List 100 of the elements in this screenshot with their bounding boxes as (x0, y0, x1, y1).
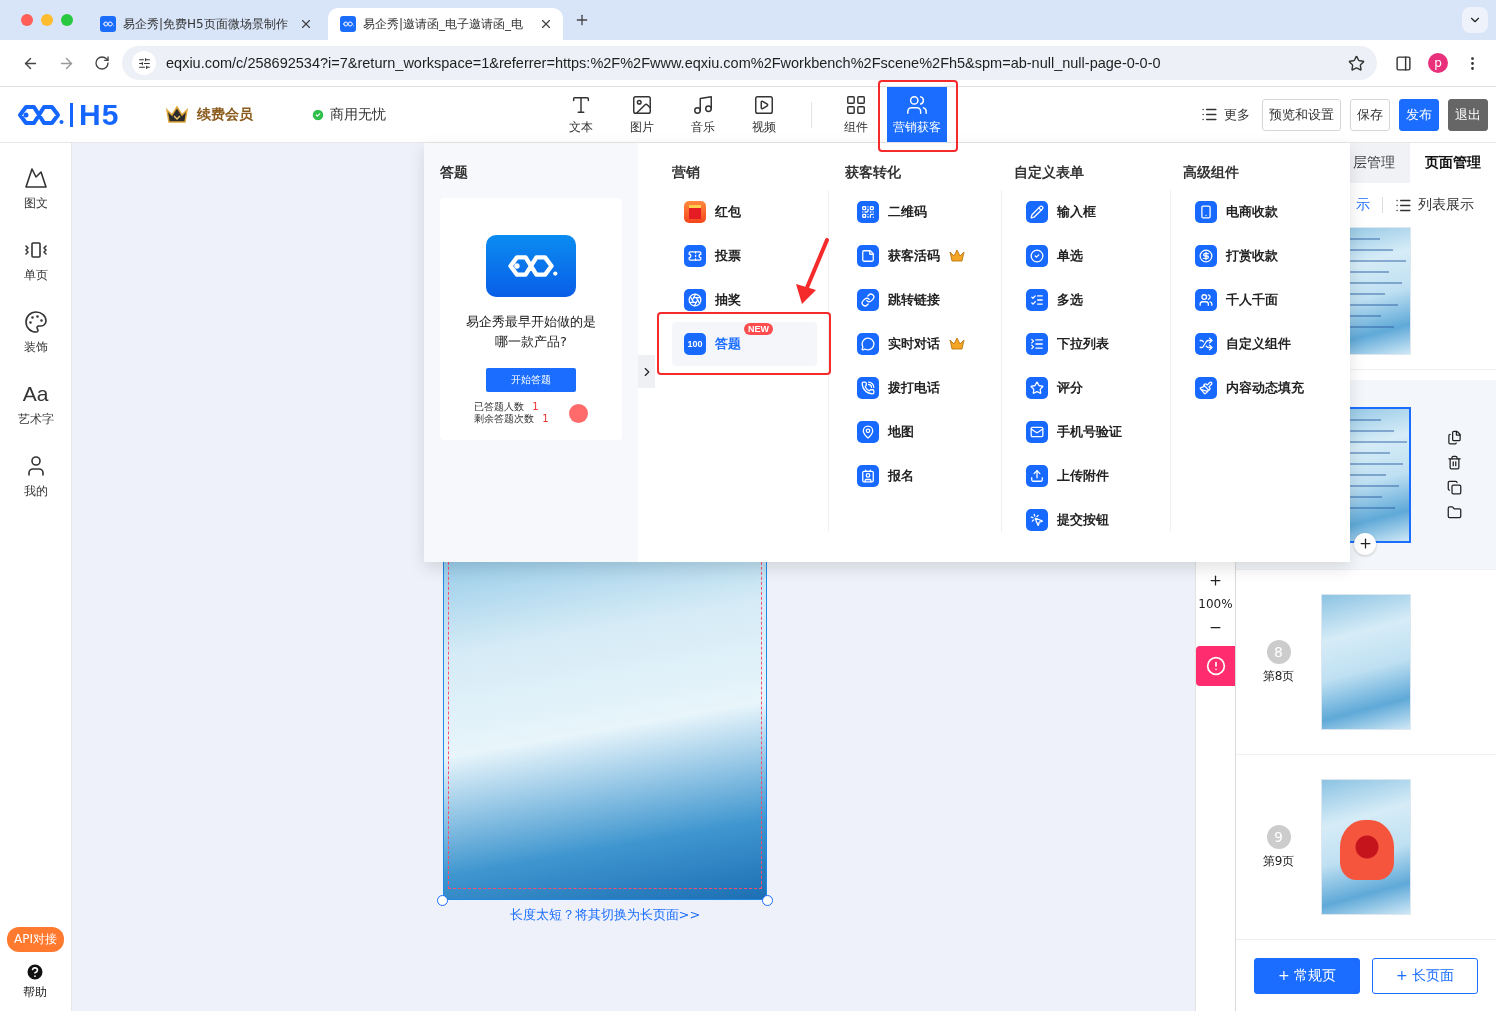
help-item[interactable]: 帮助 (23, 962, 48, 1001)
contact-card-icon (857, 465, 879, 487)
add-page-type-button[interactable]: + 常规页 (1254, 957, 1360, 994)
duplicate-icon[interactable] (1447, 479, 1462, 495)
sidebar-item[interactable]: Aa 艺术字 (0, 369, 72, 441)
group-title: 高级组件 (1183, 163, 1240, 182)
component-item[interactable]: 投票 (672, 234, 817, 278)
brush-icon (1195, 377, 1217, 399)
component-item[interactable]: 自定义组件 (1183, 322, 1328, 366)
new-tab-icon[interactable] (574, 12, 590, 28)
mountain-icon (23, 166, 48, 190)
component-item[interactable]: 内容动态填充 (1183, 366, 1328, 410)
component-item[interactable]: 千人千面 (1183, 278, 1328, 322)
component-item[interactable]: 单选 (1014, 234, 1159, 278)
component-item[interactable]: 提交按钮 (1014, 498, 1159, 542)
more-menu[interactable]: 更多 (1201, 105, 1250, 124)
site-settings-icon[interactable] (132, 51, 156, 75)
reload-icon[interactable] (94, 55, 110, 71)
side-panel-icon[interactable] (1395, 54, 1412, 72)
check-circle-icon (311, 107, 325, 122)
component-item[interactable]: 评分 (1014, 366, 1159, 410)
group-title: 营销 (672, 163, 701, 182)
logo-divider (70, 102, 73, 127)
delete-icon[interactable] (1447, 454, 1462, 470)
link-icon (857, 289, 879, 311)
sidebar-item[interactable]: 图文 (0, 153, 72, 225)
collapse-toggle[interactable] (638, 355, 655, 388)
toolbar-button[interactable]: 营销获客 (887, 87, 947, 142)
membership-link[interactable]: 续费会员 (197, 105, 253, 124)
help-icon (25, 962, 46, 982)
switch-long-page-link[interactable]: 长度太短？将其切换为长页面>> (443, 906, 767, 924)
component-item[interactable]: 获客活码 (845, 234, 990, 278)
component-item[interactable]: 拨打电话 (845, 366, 990, 410)
chat-icon (857, 333, 879, 355)
header-action-button[interactable]: 退出 (1448, 98, 1488, 131)
sidebar-item[interactable]: 我的 (0, 441, 72, 513)
component-item[interactable]: 地图 (845, 410, 990, 454)
component-item[interactable]: 实时对话 (845, 322, 990, 366)
qr-code-icon (857, 201, 879, 223)
bookmark-star-icon[interactable] (1348, 54, 1365, 72)
component-item[interactable]: 打赏收款 (1183, 234, 1328, 278)
smartphone-icon (1195, 201, 1217, 223)
header-action-button[interactable]: 预览和设置 (1262, 98, 1341, 131)
toolbar-button[interactable]: 组件 (826, 87, 886, 142)
toolbar-button[interactable]: 图片 (612, 87, 672, 142)
coin-icon (1195, 245, 1217, 267)
commercial-use-label[interactable]: 商用无忧 (330, 105, 386, 124)
copy-icon[interactable] (1447, 429, 1462, 445)
start-quiz-button[interactable]: 开始答题 (486, 368, 576, 392)
component-item[interactable]: 下拉列表 (1014, 322, 1159, 366)
sidebar-item[interactable]: 装饰 (0, 297, 72, 369)
new-badge: NEW (744, 323, 773, 335)
video-icon (753, 93, 775, 116)
checklist-icon (1026, 289, 1048, 311)
crown-icon (165, 104, 189, 125)
folder-icon[interactable] (1447, 504, 1462, 520)
header-action-button[interactable]: 发布 (1399, 98, 1439, 131)
component-item[interactable]: 红包 (672, 190, 817, 234)
quiz-stat: 剩余答题次数 1 (474, 413, 549, 425)
component-item[interactable]: 报名 (845, 454, 990, 498)
envelope-icon (684, 201, 706, 223)
component-item[interactable]: 多选 (1014, 278, 1159, 322)
map-pin-icon (857, 421, 879, 443)
browser-tab[interactable]: 易企秀|邀请函_电子邀请函_电 (328, 8, 563, 40)
header-action-button[interactable]: 保存 (1350, 98, 1390, 131)
component-item[interactable]: 二维码 (845, 190, 990, 234)
toolbar-button[interactable]: 音乐 (673, 87, 733, 142)
resize-handle[interactable] (762, 895, 773, 906)
component-item[interactable]: 100 答题 NEW (672, 322, 817, 366)
resize-handle[interactable] (437, 895, 448, 906)
component-item[interactable]: 手机号验证 (1014, 410, 1159, 454)
component-item[interactable]: 电商收款 (1183, 190, 1328, 234)
palette-icon (23, 310, 48, 334)
favicon-icon (340, 16, 356, 32)
quiz-stat: 已答题人数 1 (474, 401, 540, 413)
component-item[interactable]: 输入框 (1014, 190, 1159, 234)
zoom-in-icon[interactable] (1208, 573, 1223, 588)
close-icon[interactable] (299, 17, 313, 31)
phone-icon (857, 377, 879, 399)
font-glyph-icon: Aa (22, 382, 49, 406)
toolbar-button[interactable]: 文本 (551, 87, 611, 142)
browser-tab[interactable]: 易企秀|免费H5页面微场景制作 (88, 8, 323, 40)
page-label: 第9页 (1262, 852, 1295, 870)
component-item[interactable]: 上传附件 (1014, 454, 1159, 498)
address-bar[interactable]: eqxiu.com/c/258692534?i=7&return_workspace=1&referrer=https:%2F%2Fwww.eqxiu.com%2Fworkbench%2Fscene%2Fh5&spm=ab-null_null-page-0-0-0 (122, 46, 1377, 80)
plus-icon (1357, 536, 1373, 551)
toolbar-button[interactable]: 视频 (734, 87, 794, 142)
close-icon[interactable] (539, 17, 553, 31)
view-mode-option[interactable]: 示 (1356, 196, 1370, 214)
profile-avatar[interactable]: p (1428, 53, 1448, 73)
component-item[interactable]: 跳转链接 (845, 278, 990, 322)
component-item[interactable]: 抽奖 (672, 278, 817, 322)
view-mode-option[interactable]: 列表展示 (1395, 196, 1474, 214)
gift-bag-drawing (1340, 820, 1394, 880)
sidebar-item[interactable]: 单页 (0, 225, 72, 297)
ticket-icon (684, 245, 706, 267)
dropdown-list-icon (1026, 333, 1048, 355)
alert-button[interactable] (1195, 646, 1236, 686)
add-page-type-button[interactable]: + 长页面 (1372, 957, 1478, 994)
music-icon (692, 93, 714, 116)
